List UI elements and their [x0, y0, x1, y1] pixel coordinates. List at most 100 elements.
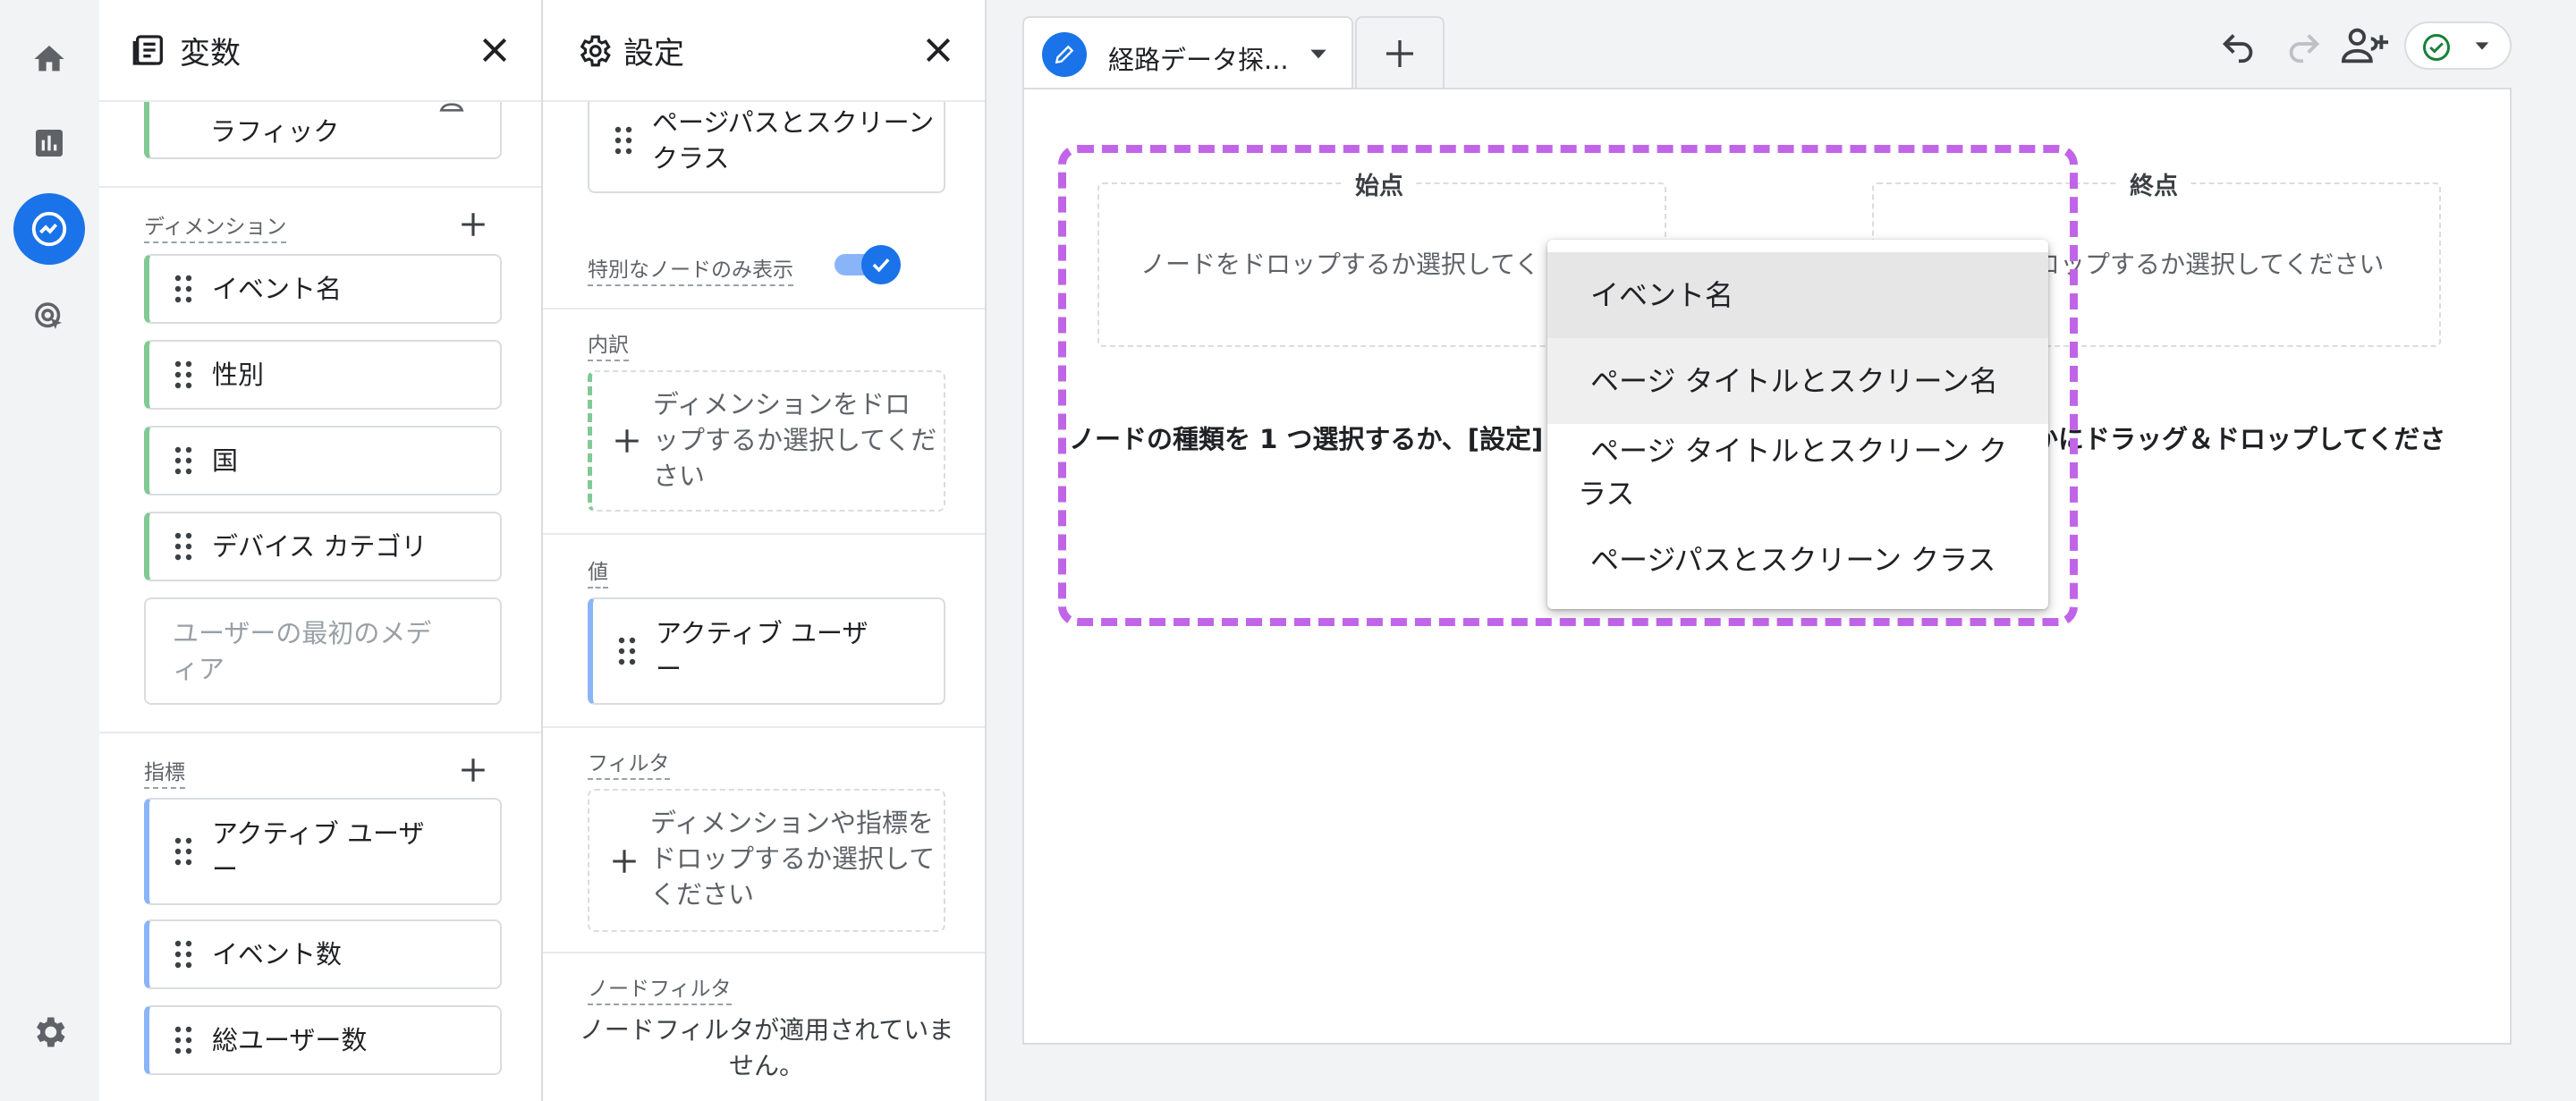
dimensions-label: ディメンション: [144, 209, 287, 243]
end-label: 終点: [2119, 166, 2189, 201]
chevron-down-icon[interactable]: [1307, 45, 1330, 64]
dropzone-text-line3: さい: [653, 461, 706, 491]
share-icon[interactable]: [2342, 23, 2390, 68]
check-circle-icon: [2423, 34, 2450, 61]
variables-icon: [132, 35, 163, 65]
menu-item-event-name[interactable]: イベント名: [1547, 252, 2048, 338]
settings-header: 設定: [543, 0, 985, 102]
edit-pencil-icon[interactable]: [1042, 32, 1087, 77]
chip-label: ラフィック: [210, 116, 340, 147]
end-hint: ロップするか選択してください: [2035, 250, 2385, 279]
add-icon: [1386, 40, 1413, 67]
variables-header: 変数: [99, 0, 541, 102]
settings-panel: ページパスとスクリーン クラス 設定 特別なノードのみ表示 内訳 ディメンション…: [543, 0, 987, 1101]
dropzone-text-line3: ください: [650, 879, 755, 910]
node-filter-text-line2: せん。: [728, 1051, 804, 1080]
node-filter-status: ノードフィルタが適用されていま せん。: [570, 1012, 963, 1084]
divider: [99, 186, 541, 188]
dropzone-text-line2: ドロップするか選択して: [650, 843, 936, 874]
drag-handle-icon: [174, 1026, 192, 1054]
dimension-chip-first-user-medium[interactable]: ユーザーの最初のメデ ィア: [144, 597, 502, 705]
close-icon[interactable]: [477, 32, 513, 68]
advertising-icon[interactable]: [13, 281, 85, 352]
drag-handle-icon: [174, 446, 192, 475]
show-special-nodes-label: 特別なノードのみ表示: [588, 252, 793, 286]
dimension-chip-country[interactable]: 国: [144, 426, 502, 495]
variables-panel: ラフィック 変数 ディメンション イベント名 性別 国 デバイス カテゴリ ユー…: [99, 0, 543, 1101]
chip-label-line2: ー: [212, 854, 239, 885]
reports-icon[interactable]: [13, 107, 85, 179]
value-chip-active-users[interactable]: アクティブ ユーザ ー: [588, 597, 945, 705]
breakdown-dropzone[interactable]: ディメンションをドロ ップするか選択してくだ さい: [588, 370, 945, 512]
menu-item-line1: ページ タイトルとスクリーン ク: [1590, 434, 2008, 468]
metric-chip-event-count[interactable]: イベント数: [144, 919, 502, 989]
divider: [543, 726, 985, 728]
node-filter-label: ノードフィルタ: [588, 971, 732, 1005]
dropzone-text-line1: ディメンションや指標を: [650, 808, 934, 838]
dimension-chip-device-category[interactable]: デバイス カテゴリ: [144, 512, 502, 581]
dropzone-text-line1: ディメンションをドロ: [653, 389, 911, 419]
add-icon: [613, 850, 636, 873]
close-icon[interactable]: [920, 32, 956, 68]
drag-handle-icon: [174, 275, 192, 303]
drag-handle-icon: [174, 360, 192, 389]
chip-label-line2: クラス: [652, 143, 730, 174]
menu-item-page-title-screen-class[interactable]: ページ タイトルとスクリーン ク ラス: [1547, 424, 2048, 517]
node-filter-text-line1: ノードフィルタが適用されていま: [579, 1015, 954, 1045]
dimension-chip-gender[interactable]: 性別: [144, 340, 502, 410]
chip-label-line1: ユーザーの最初のメデ: [173, 618, 432, 648]
nav-rail: [0, 0, 99, 1101]
node-type-dropdown: イベント名 ページ タイトルとスクリーン名 ページ タイトルとスクリーン ク ラ…: [1547, 240, 2048, 609]
add-dimension-icon[interactable]: [458, 209, 488, 240]
menu-item-page-title-screen-name[interactable]: ページ タイトルとスクリーン名: [1547, 338, 2048, 424]
chip-label-line2: ィア: [173, 654, 225, 684]
chip-label-line1: アクティブ ユーザ: [656, 618, 869, 648]
value-label: 値: [588, 555, 608, 589]
gear-icon: [580, 35, 611, 67]
chip-label: イベント名: [212, 274, 343, 304]
toggle-knob[interactable]: [861, 245, 901, 284]
metric-chip-active-users[interactable]: アクティブ ユーザ ー: [144, 798, 502, 905]
chip-label: 総ユーザー数: [212, 1025, 368, 1055]
menu-item-page-path-screen-class[interactable]: ページパスとスクリーン クラス: [1547, 517, 2048, 603]
drag-handle-icon: [618, 637, 636, 665]
panel-title: 変数: [180, 36, 241, 72]
panel-title: 設定: [623, 36, 684, 72]
chip-label: 国: [212, 445, 239, 476]
filter-dropzone[interactable]: ディメンションや指標を ドロップするか選択して ください: [588, 789, 945, 932]
divider: [543, 952, 985, 953]
drag-handle-icon: [174, 940, 192, 969]
check-icon: [872, 258, 890, 273]
tab-path-exploration[interactable]: 経路データ探...: [1022, 16, 1353, 89]
add-icon: [615, 429, 639, 453]
divider: [543, 533, 985, 535]
add-tab-button[interactable]: [1355, 16, 1445, 89]
chip-label: イベント数: [212, 939, 343, 970]
drag-handle-icon: [174, 837, 192, 866]
chip-label: デバイス カテゴリ: [212, 531, 428, 562]
drag-handle-icon: [614, 126, 632, 155]
status-menu[interactable]: [2404, 21, 2512, 70]
partial-settings-chip[interactable]: ページパスとスクリーン クラス: [588, 89, 945, 193]
breakdown-label: 内訳: [588, 327, 629, 361]
dropzone-text-line2: ップするか選択してくだ: [653, 425, 937, 455]
divider: [543, 308, 985, 309]
tab-label: 経路データ探...: [1108, 45, 1289, 75]
filter-label: フィルタ: [588, 746, 670, 780]
drag-handle-icon: [174, 532, 192, 561]
settings-gear-icon[interactable]: [13, 996, 85, 1068]
chip-label: 性別: [212, 360, 265, 390]
dimension-chip-event-name[interactable]: イベント名: [144, 254, 502, 324]
divider: [99, 732, 541, 733]
chip-label-line1: ページパスとスクリーン: [652, 107, 935, 138]
chevron-down-icon: [2475, 42, 2489, 50]
explore-icon[interactable]: [13, 193, 85, 265]
home-icon[interactable]: [13, 23, 85, 95]
add-metric-icon[interactable]: [458, 755, 488, 785]
chip-label-line1: アクティブ ユーザ: [212, 818, 425, 849]
metric-chip-total-users[interactable]: 総ユーザー数: [144, 1005, 502, 1075]
metrics-label: 指標: [144, 755, 185, 789]
undo-icon[interactable]: [2218, 25, 2259, 66]
redo-icon[interactable]: [2283, 25, 2324, 66]
menu-item-line2: ラス: [1578, 477, 1635, 511]
